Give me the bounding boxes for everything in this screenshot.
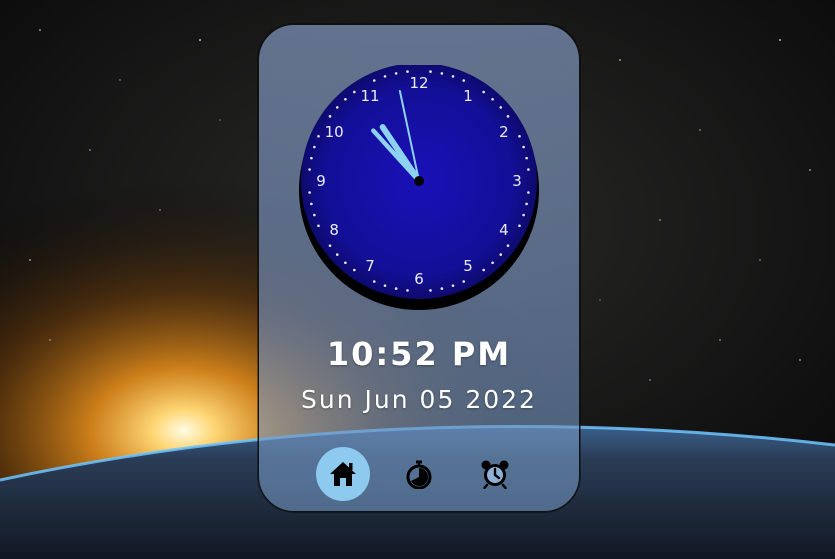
clock-tick [335, 253, 339, 256]
clock-numeral: 11 [360, 87, 379, 105]
clock-numeral: 6 [414, 270, 424, 288]
nav-alarm-button[interactable] [468, 447, 522, 501]
bottom-nav [259, 445, 579, 503]
clock-center-pin [414, 176, 424, 186]
clock-tick [406, 70, 409, 73]
clock-tick [394, 287, 398, 290]
clock-tick [313, 145, 316, 149]
clock-tick [440, 287, 444, 290]
clock-tick [317, 224, 320, 228]
clock-tick [440, 72, 444, 75]
clock-tick [491, 261, 494, 265]
clock-tick [372, 79, 376, 82]
clock-numeral: 9 [316, 172, 326, 190]
clock-tick [310, 156, 313, 160]
clock-tick [394, 72, 398, 75]
clock-tick [383, 284, 387, 287]
clock-numeral: 3 [512, 172, 522, 190]
clock-tick [353, 268, 356, 272]
clock-tick [344, 261, 347, 265]
clock-tick [308, 191, 311, 194]
nav-home-button[interactable] [316, 447, 370, 501]
clock-numeral: 10 [325, 123, 344, 141]
clock-tick [525, 156, 528, 160]
clock-numeral: 7 [365, 257, 375, 275]
clock-numeral: 12 [409, 74, 428, 92]
clock-tick [462, 280, 466, 283]
clock-tick [518, 134, 521, 138]
clock-tick [310, 202, 313, 206]
nav-stopwatch-button[interactable] [392, 447, 446, 501]
clock-tick [518, 224, 521, 228]
clock-tick [506, 115, 510, 118]
clock-numeral: 2 [499, 123, 509, 141]
alarm-clock-icon [481, 460, 509, 489]
clock-tick [429, 289, 432, 292]
clock-tick [525, 202, 528, 206]
clock-numeral: 1 [463, 87, 473, 105]
clock-card: 12 1 2 3 4 5 6 7 8 9 10 11 10:52 PM Sun Jun 05 2022 [258, 24, 580, 512]
clock-tick [372, 280, 376, 283]
clock-tick [406, 289, 409, 292]
clock-numeral: 8 [329, 221, 339, 239]
clock-tick [499, 106, 503, 109]
clock-tick [335, 106, 339, 109]
clock-tick [328, 244, 332, 247]
home-icon [330, 462, 356, 486]
stopwatch-icon [406, 460, 432, 489]
clock-tick [353, 90, 356, 94]
clock-tick [313, 213, 316, 217]
clock-tick [499, 253, 503, 256]
clock-tick [482, 90, 485, 94]
clock-numeral: 4 [499, 221, 509, 239]
clock-tick [328, 115, 332, 118]
clock-numeral: 5 [463, 257, 473, 275]
clock-tick [482, 268, 485, 272]
clock-tick [451, 75, 455, 78]
clock-tick [317, 134, 320, 138]
clock-tick [527, 191, 530, 194]
clock-tick [308, 168, 311, 171]
date-text: Sun Jun 05 2022 [301, 385, 537, 414]
clock-tick [429, 70, 432, 73]
clock-tick [344, 97, 347, 101]
clock-tick [491, 97, 494, 101]
clock-tick [451, 284, 455, 287]
clock-tick [527, 168, 530, 171]
clock-tick [522, 213, 525, 217]
clock-tick [522, 145, 525, 149]
clock-tick [506, 244, 510, 247]
digital-time: 10:52 PM [326, 335, 512, 373]
clock-tick [462, 79, 466, 82]
clock-tick [383, 75, 387, 78]
analog-clock: 12 1 2 3 4 5 6 7 8 9 10 11 [299, 65, 539, 315]
